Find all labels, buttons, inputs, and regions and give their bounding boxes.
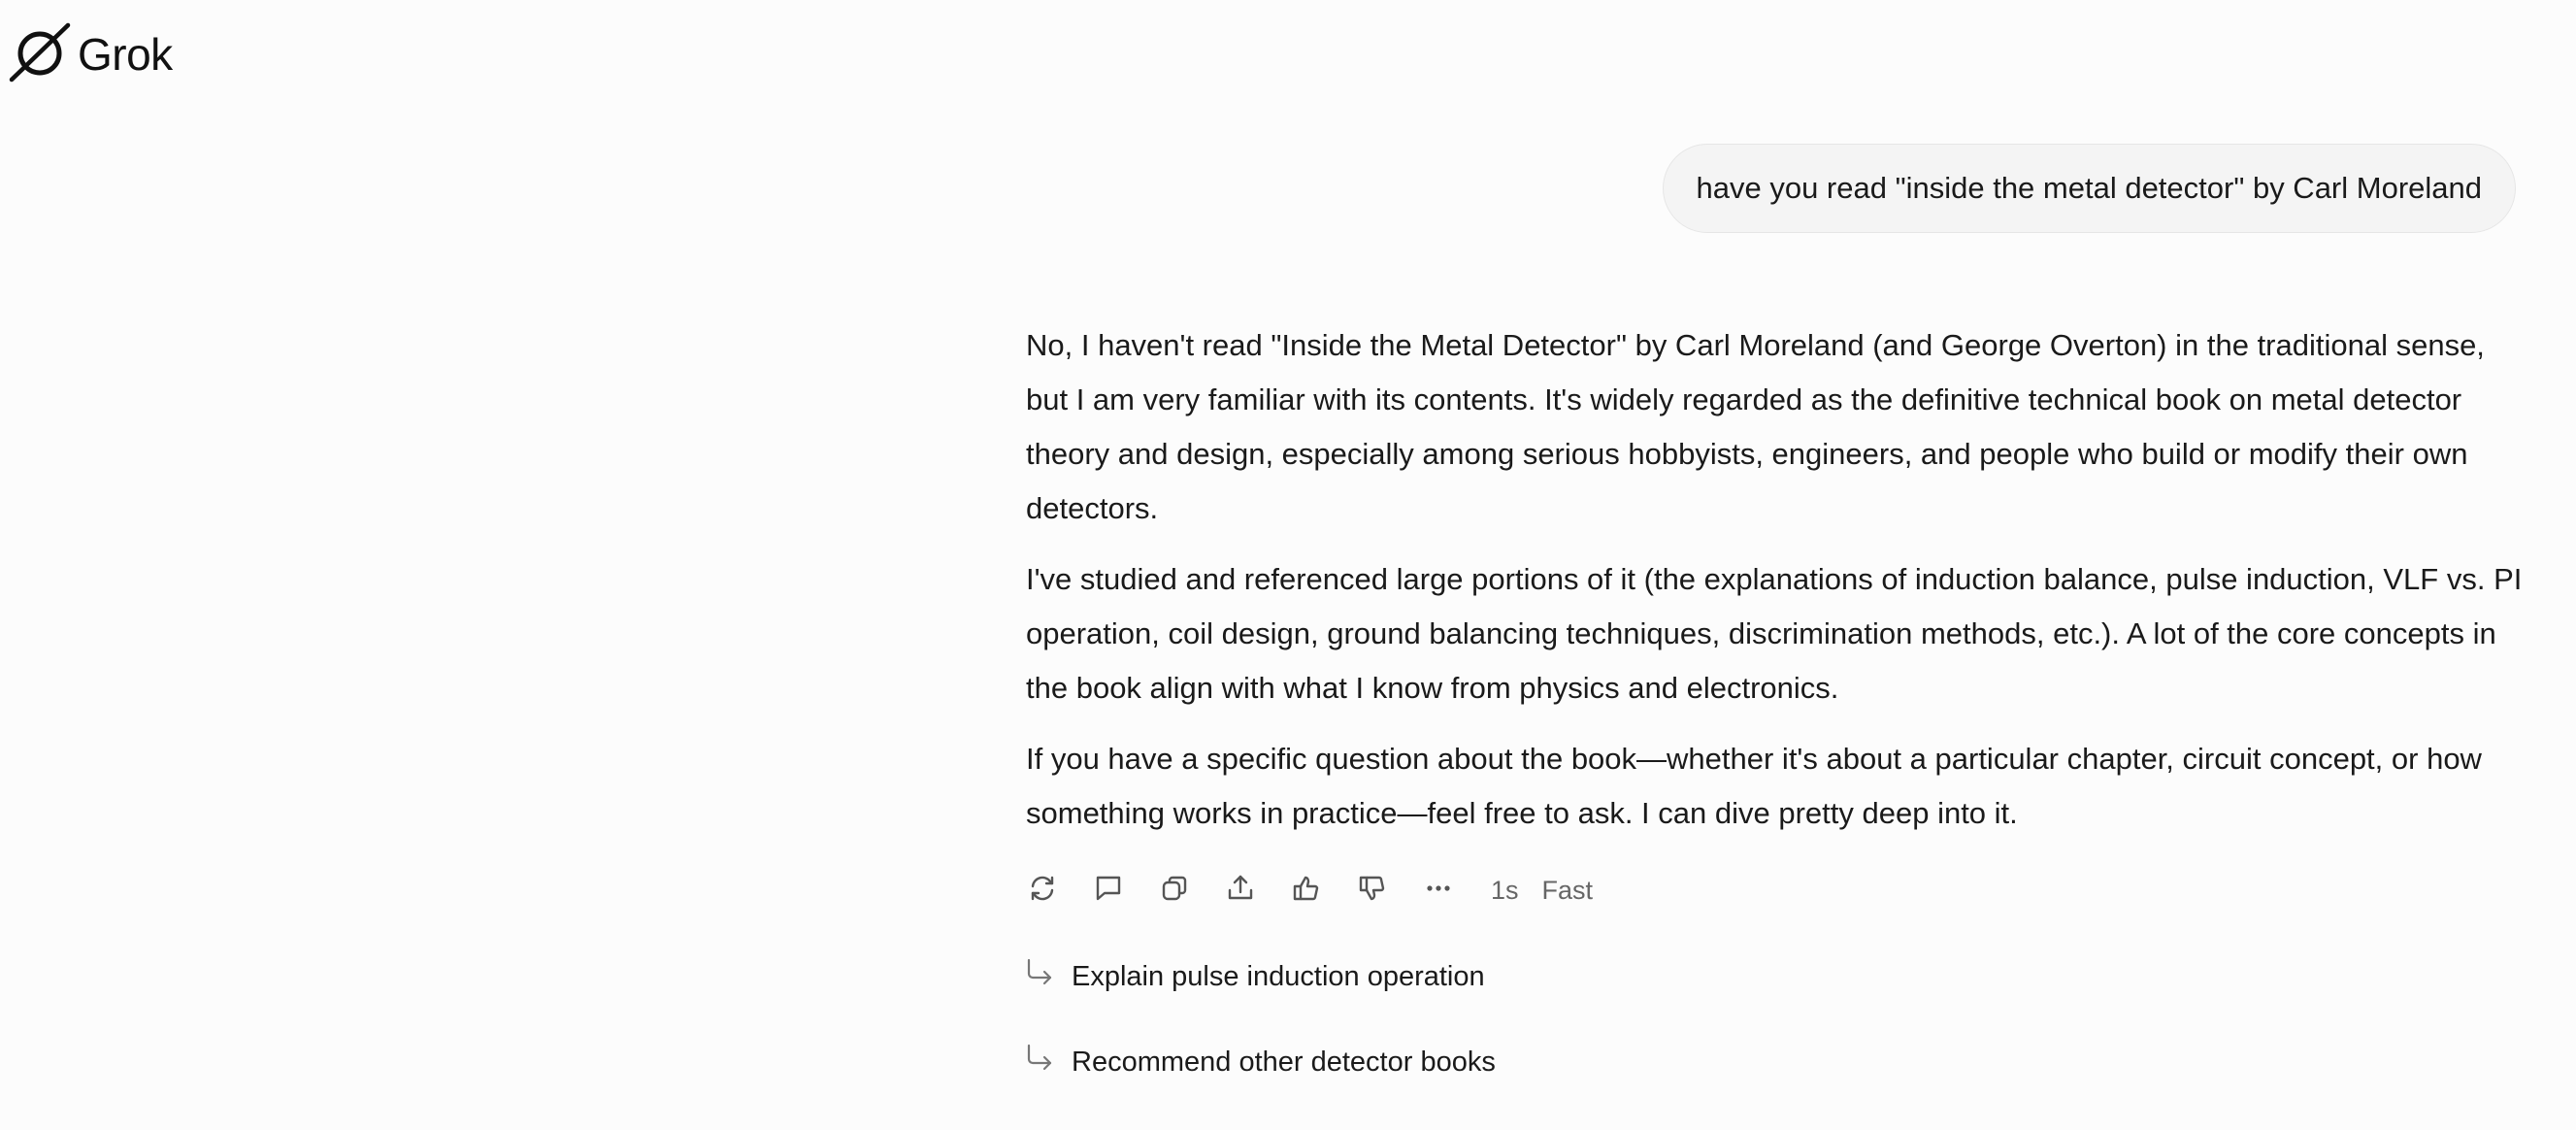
suggestion-recommend-books[interactable]: Recommend other detector books (1023, 1042, 1496, 1082)
follow-up-arrow-icon (1023, 956, 1056, 997)
thumbs-up-icon (1291, 873, 1322, 909)
response-time: 1s (1491, 875, 1519, 905)
thumbs-down-icon (1357, 873, 1388, 909)
follow-up-arrow-icon (1023, 1042, 1056, 1082)
share-button[interactable] (1221, 867, 1287, 914)
response-paragraph: No, I haven't read "Inside the Metal Det… (1026, 328, 2485, 525)
reply-button[interactable] (1089, 867, 1155, 914)
suggestion-label: Explain pulse induction operation (1072, 960, 1485, 992)
user-message-bubble: have you read "inside the metal detector… (1662, 144, 2516, 233)
response-action-bar: 1s Fast (1023, 867, 1593, 914)
more-icon (1423, 873, 1454, 909)
response-paragraph: If you have a specific question about th… (1026, 742, 2482, 830)
model-mode-label: Fast (1541, 875, 1594, 905)
chat-page: Grok have you read "inside the metal det… (0, 0, 2576, 1130)
more-options-button[interactable] (1419, 867, 1485, 914)
suggestion-label: Recommend other detector books (1072, 1046, 1496, 1078)
share-icon (1225, 873, 1256, 909)
regenerate-button[interactable] (1023, 867, 1089, 914)
copy-button[interactable] (1155, 867, 1221, 914)
thumbs-up-button[interactable] (1287, 867, 1353, 914)
suggestion-explain-pulse-induction[interactable]: Explain pulse induction operation (1023, 956, 1485, 997)
regenerate-icon (1027, 873, 1058, 909)
assistant-response: No, I haven't read "Inside the Metal Det… (1026, 318, 2526, 857)
copy-icon (1159, 873, 1190, 909)
response-paragraph: I've studied and referenced large portio… (1026, 562, 2523, 705)
grok-logo-icon (8, 19, 72, 88)
logo-text: Grok (78, 28, 173, 80)
grok-logo[interactable]: Grok (8, 19, 173, 88)
thumbs-down-button[interactable] (1353, 867, 1419, 914)
reply-icon (1093, 873, 1124, 909)
